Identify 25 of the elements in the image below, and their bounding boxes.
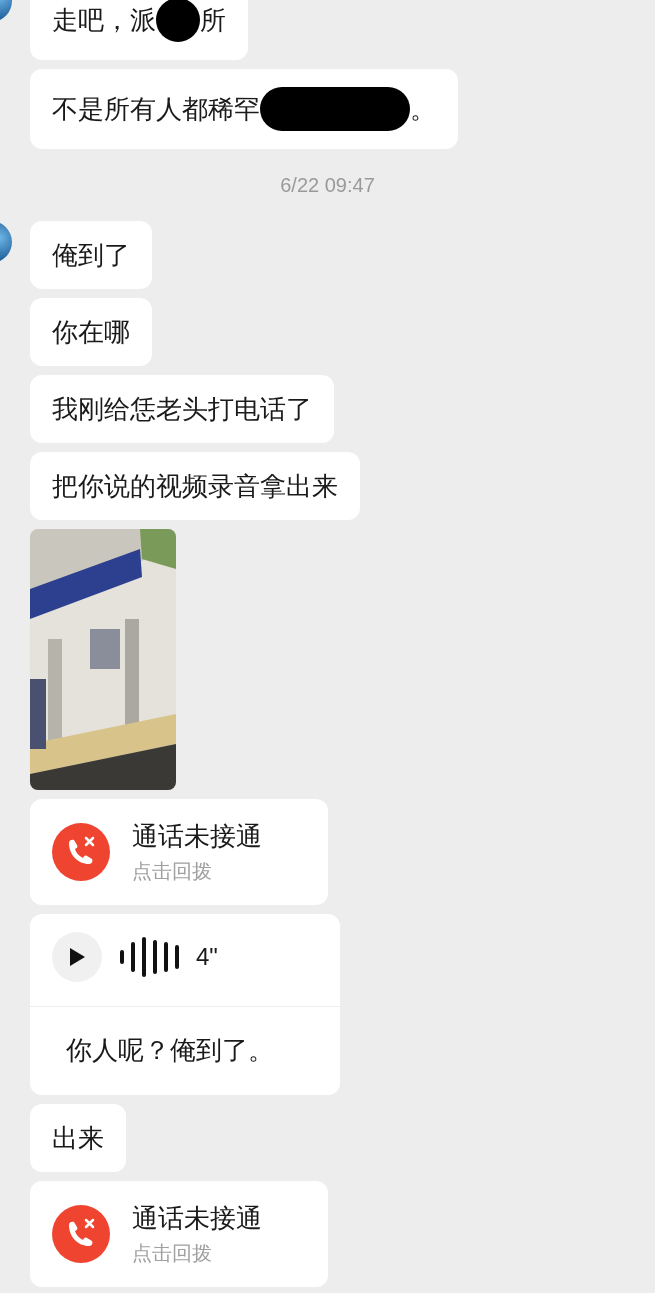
message-text: 。 (410, 93, 436, 126)
play-icon (68, 947, 86, 967)
message-bubble[interactable]: 把你说的视频录音拿出来 (30, 452, 360, 520)
missed-call-card[interactable]: 通话未接通 点击回拨 (30, 799, 328, 905)
play-button[interactable] (52, 932, 102, 982)
missed-call-icon (52, 823, 110, 881)
call-status: 通话未接通 (132, 820, 262, 853)
message-bubble[interactable]: 你在哪 (30, 298, 152, 366)
call-back-hint: 点击回拨 (132, 859, 213, 884)
redaction-mark (156, 0, 200, 42)
message-bubble[interactable]: 俺到了 (30, 221, 152, 289)
message-text: 走吧，派 (52, 4, 156, 37)
message-bubble[interactable]: 我刚给恁老头打电话了 (30, 375, 334, 443)
message-bubble[interactable]: 出来 (30, 1104, 126, 1172)
call-back-hint: 点击回拨 (132, 1241, 213, 1266)
message-bubble[interactable]: 走吧，派 所 (30, 0, 248, 60)
missed-call-icon (52, 1205, 110, 1263)
message-bubble[interactable]: 不是所有人都稀罕 。 (30, 69, 458, 149)
voice-duration: 4" (196, 942, 218, 972)
message-text: 不是所有人都稀罕 (52, 93, 260, 126)
timestamp: 6/22 09:47 (280, 173, 375, 198)
message-text: 所 (200, 4, 226, 37)
voice-transcript: 你人呢？俺到了。 (65, 1034, 275, 1067)
call-status: 通话未接通 (132, 1202, 262, 1235)
missed-call-card[interactable]: 通话未接通 点击回拨 (30, 1181, 328, 1287)
